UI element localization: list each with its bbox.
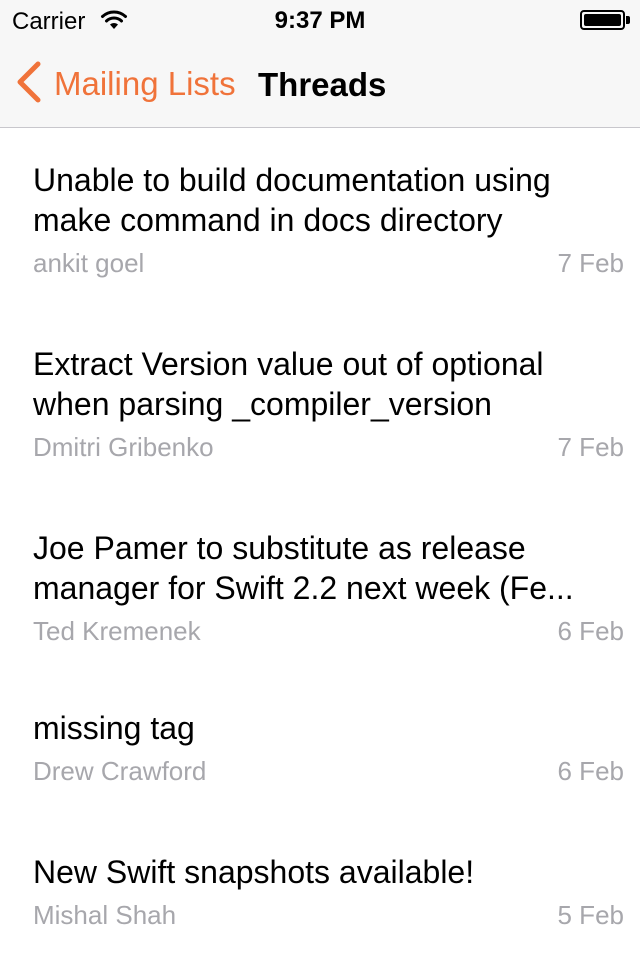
thread-subject-line: make command in docs directory <box>33 202 503 238</box>
thread-meta: Ted Kremenek 6 Feb <box>33 616 624 654</box>
thread-subject-line: missing tag <box>33 710 195 746</box>
thread-row[interactable]: Unable to build documentation using make… <box>0 129 640 313</box>
thread-subject-line: manager for Swift 2.2 next week (Fe... <box>33 570 574 606</box>
thread-meta: Drew Crawford 6 Feb <box>33 756 624 794</box>
status-bar: Carrier 9:37 PM <box>0 0 640 40</box>
back-button[interactable]: Mailing Lists <box>14 60 236 108</box>
thread-row[interactable]: New Swift snapshots available! Mishal Sh… <box>0 825 640 969</box>
thread-meta: Mishal Shah 5 Feb <box>33 900 624 938</box>
clock-time: 9:37 PM <box>274 7 366 34</box>
page-title: Threads <box>258 66 387 103</box>
thread-subject-line: New Swift snapshots available! <box>33 854 475 890</box>
thread-row[interactable]: missing tag Drew Crawford 6 Feb <box>0 681 640 825</box>
thread-subject-line: Joe Pamer to substitute as release <box>33 530 526 566</box>
thread-author: Mishal Shah <box>33 900 177 930</box>
thread-subject: New Swift snapshots available! <box>33 852 624 892</box>
thread-author: Dmitri Gribenko <box>33 432 214 462</box>
thread-row[interactable]: Joe Pamer to substitute as release manag… <box>0 497 640 681</box>
thread-author: Ted Kremenek <box>33 616 201 646</box>
thread-subject: missing tag <box>33 708 624 748</box>
thread-subject-line: when parsing _compiler_version <box>33 386 492 422</box>
thread-date: 7 Feb <box>557 248 625 278</box>
thread-date: 7 Feb <box>557 432 625 462</box>
thread-subject: Joe Pamer to substitute as release manag… <box>33 528 624 608</box>
thread-meta: Dmitri Gribenko 7 Feb <box>33 432 624 470</box>
thread-row[interactable]: Extract Version value out of optional wh… <box>0 313 640 497</box>
thread-subject: Extract Version value out of optional wh… <box>33 344 624 424</box>
thread-subject-line: Unable to build documentation using <box>33 162 551 198</box>
thread-date: 5 Feb <box>557 900 625 930</box>
thread-subject-line: Extract Version value out of optional <box>33 346 544 382</box>
thread-author: Drew Crawford <box>33 756 207 786</box>
thread-subject: Unable to build documentation using make… <box>33 160 624 240</box>
chevron-left-icon <box>14 61 44 108</box>
thread-list: Unable to build documentation using make… <box>0 129 640 969</box>
navigation-bar: Mailing Lists Threads <box>0 40 640 128</box>
battery-icon <box>580 10 630 30</box>
thread-meta: ankit goel 7 Feb <box>33 248 624 286</box>
back-button-label: Mailing Lists <box>54 65 236 102</box>
thread-date: 6 Feb <box>557 756 625 786</box>
thread-date: 6 Feb <box>557 616 625 646</box>
thread-author: ankit goel <box>33 248 145 278</box>
